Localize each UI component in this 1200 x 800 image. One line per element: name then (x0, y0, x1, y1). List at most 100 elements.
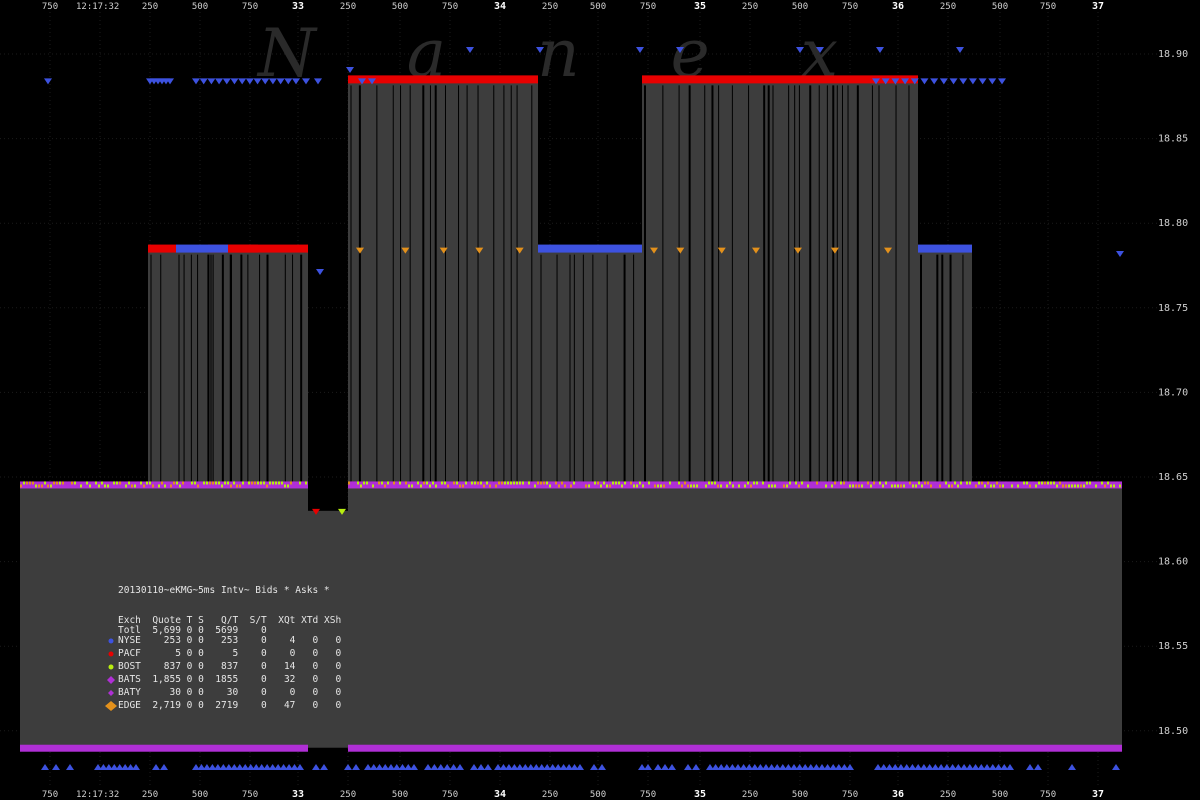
bid-band-tick (20, 484, 22, 488)
time-tick-major: 34 (494, 1, 506, 12)
bid-band-tick (948, 484, 950, 488)
bid-band-tick (411, 484, 413, 488)
bid-band-tick (453, 481, 455, 485)
bid-band-tick (597, 481, 599, 485)
bid-band-tick (113, 481, 115, 485)
bid-band-tick (426, 481, 428, 485)
nyse-ask-marker (959, 78, 968, 85)
bid-band-tick (38, 484, 40, 488)
bid-band-tick (1047, 481, 1049, 485)
bid-band-tick (891, 484, 893, 488)
bid-band-tick (233, 481, 235, 485)
bid-band-tick (209, 481, 211, 485)
bid-band-tick (402, 481, 404, 485)
bid-band-tick (245, 484, 247, 488)
bid-band-tick (717, 484, 719, 488)
bid-band-tick (573, 481, 575, 485)
bid-band-tick (972, 484, 974, 488)
nyse-bid-marker (590, 764, 598, 770)
bid-band-tick (1059, 481, 1061, 485)
bid-band-tick (369, 484, 371, 488)
time-tick-label: 500 (792, 790, 808, 800)
bid-band-tick (903, 484, 905, 488)
bid-band-tick (203, 481, 205, 485)
bid-band-tick (507, 481, 509, 485)
bid-band-tick (873, 481, 875, 485)
bid-band-tick (930, 484, 932, 488)
bid-band-tick (513, 481, 515, 485)
bid-band-tick (278, 481, 280, 485)
diamond-small-marker-icon (104, 688, 118, 701)
bid-band-tick (354, 481, 356, 485)
bid-band-tick (789, 481, 791, 485)
bid-band-tick (257, 481, 259, 485)
bid-band-tick (774, 484, 776, 488)
bid-band-tick (888, 484, 890, 488)
legend-spacer (104, 616, 118, 626)
bid-band-tick (62, 481, 64, 485)
bid-band-tick (1104, 484, 1106, 488)
bid-band-tick (1113, 484, 1115, 488)
bid-band-tick (561, 481, 563, 485)
bid-band-tick (146, 481, 148, 485)
bid-band-tick (522, 481, 524, 485)
bid-band-tick (867, 481, 869, 485)
bid-band-tick (510, 481, 512, 485)
price-tick-label: 18.55 (1158, 641, 1188, 652)
bid-band-tick (224, 481, 226, 485)
bid-band-tick (23, 481, 25, 485)
bid-band-tick (1089, 481, 1091, 485)
nyse-ask-marker (956, 47, 964, 53)
bid-band-tick (92, 481, 94, 485)
bid-band-tick (693, 484, 695, 488)
legend-cell: 2,719 (146, 700, 181, 711)
time-tick-label: 500 (992, 2, 1008, 12)
ask-bar-pacf (228, 244, 308, 253)
circle-marker-icon (104, 662, 118, 675)
bid-band-tick (837, 481, 839, 485)
time-tick-label: 500 (992, 790, 1008, 800)
bid-band-tick (492, 484, 494, 488)
nyse-bid-marker (436, 764, 445, 770)
price-tick-label: 18.80 (1158, 218, 1188, 229)
bid-band-tick (366, 481, 368, 485)
bid-band-tick (152, 484, 154, 488)
bid-band-tick (161, 481, 163, 485)
bid-band-tick (1101, 481, 1103, 485)
bid-band-tick (714, 481, 716, 485)
bid-band-tick (828, 481, 830, 485)
bid-band-tick (762, 481, 764, 485)
bid-band-tick (1026, 481, 1028, 485)
bid-band-tick (576, 484, 578, 488)
time-tick-label: 250 (940, 790, 956, 800)
bid-band-tick (107, 484, 109, 488)
bid-band-tick (552, 484, 554, 488)
bid-band-tick (1110, 484, 1112, 488)
bid-band-tick (429, 484, 431, 488)
bid-band-tick (59, 481, 61, 485)
bid-band-tick (585, 484, 587, 488)
bid-band-tick (1035, 484, 1037, 488)
bid-band-tick (858, 484, 860, 488)
bid-band-tick (236, 484, 238, 488)
bid-band-tick (468, 484, 470, 488)
bid-band-tick (792, 481, 794, 485)
bid-band-tick (293, 481, 295, 485)
nyse-bid-marker (41, 764, 49, 770)
bid-band-tick (170, 484, 172, 488)
spread-region (148, 248, 176, 486)
nyse-bid-marker (484, 764, 492, 770)
time-tick-label: 750 (640, 2, 656, 12)
bid-band-tick (687, 484, 689, 488)
bid-band-tick (612, 481, 614, 485)
bid-band-tick (435, 484, 437, 488)
bid-band-tick (444, 481, 446, 485)
bid-band-tick (1119, 484, 1121, 488)
bid-band-tick (642, 484, 644, 488)
bid-band-tick (1071, 484, 1073, 488)
bid-band-tick (924, 481, 926, 485)
nyse-bid-marker (598, 764, 606, 770)
nyse-bid-marker (470, 764, 478, 770)
bid-band-tick (906, 484, 908, 488)
bid-band-tick (528, 481, 530, 485)
